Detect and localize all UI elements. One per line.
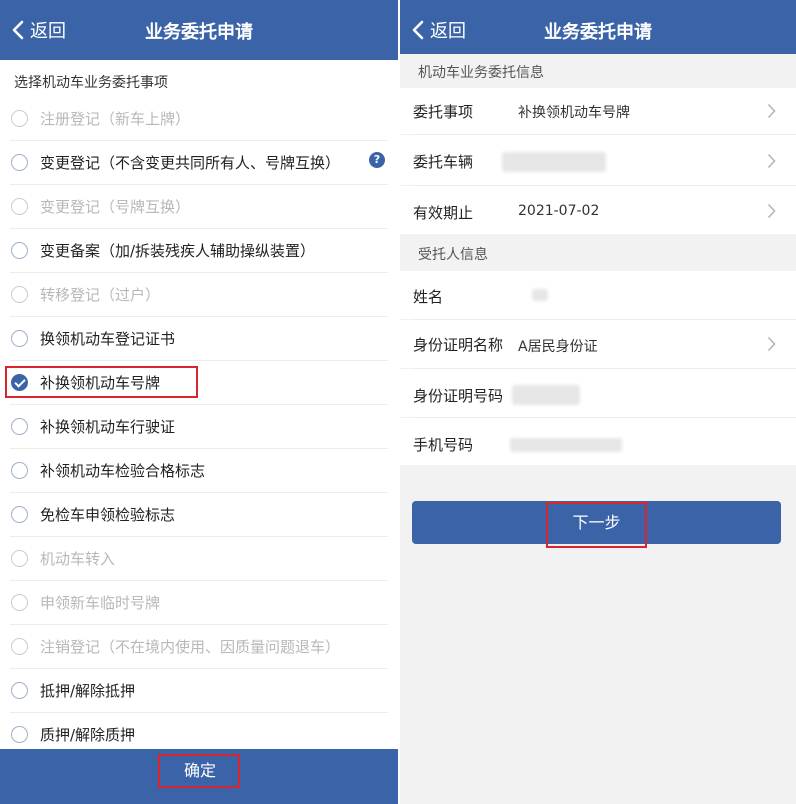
option-label: 换领机动车登记证书 [40,329,176,348]
chevron-right-icon [767,153,776,169]
redacted-value [510,438,622,452]
row-entrusted-item[interactable]: 委托事项 补换领机动车号牌 [400,88,796,134]
right-screen: 返回 业务委托申请 机动车业务委托信息 委托事项 补换领机动车号牌 委托车辆 有… [400,0,796,804]
section-label: 机动车业务委托信息 [418,65,544,81]
radio-icon [11,329,28,347]
option-label: 补领机动车检验合格标志 [40,461,206,480]
section-label: 选择机动车业务委托事项 [14,75,168,91]
row-key: 身份证明名称 [413,336,504,354]
option-reissue-license[interactable]: 补换领机动车行驶证 [0,404,398,448]
option-label: 申领新车临时号牌 [40,593,161,612]
radio-icon [11,109,28,127]
option-label: 质押/解除质押 [40,725,136,744]
option-cancellation[interactable]: 注销登记（不在境内使用、因质量问题退车） [0,624,398,668]
row-id-type[interactable]: 身份证明名称 A居民身份证 [400,320,796,368]
chevron-right-icon [767,203,776,219]
row-id-number[interactable]: 身份证明号码 [400,369,796,417]
option-mortgage[interactable]: 抵押/解除抵押 [0,668,398,712]
page-title: 业务委托申请 [544,22,652,43]
row-key: 有效期止 [413,204,474,222]
redacted-value [502,152,606,172]
row-key: 委托事项 [413,103,474,121]
header: 返回 业务委托申请 [0,0,398,60]
section-vehicle-info: 机动车业务委托信息 [400,54,796,88]
redacted-value [532,289,548,301]
chevron-right-icon [767,336,776,352]
left-screen: 返回 业务委托申请 选择机动车业务委托事项 注册登记（新车上牌） 变更登记（不含… [0,0,398,804]
option-inspection-mark[interactable]: 补领机动车检验合格标志 [0,448,398,492]
row-entrusted-vehicle[interactable]: 委托车辆 [400,135,796,185]
option-label: 抵押/解除抵押 [40,681,136,700]
radio-icon [11,197,28,215]
option-label: 注册登记（新车上牌） [40,109,191,128]
radio-icon [11,549,28,567]
option-register-new[interactable]: 注册登记（新车上牌） [0,96,398,140]
row-key: 姓名 [413,288,444,306]
highlight-box [546,502,647,548]
option-temp-plate[interactable]: 申领新车临时号牌 [0,580,398,624]
radio-icon [11,153,28,171]
option-label: 变更备案（加/拆装残疾人辅助操纵装置） [40,241,316,260]
option-label: 变更登记（不含变更共同所有人、号牌互换） [40,153,341,172]
section-trustee-info: 受托人信息 [400,234,796,271]
radio-icon [11,285,28,303]
radio-icon [11,505,28,523]
option-plate-swap[interactable]: 变更登记（号牌互换） [0,184,398,228]
option-vehicle-transfer-in[interactable]: 机动车转入 [0,536,398,580]
option-change-register[interactable]: 变更登记（不含变更共同所有人、号牌互换） [0,140,398,184]
row-key: 手机号码 [413,436,474,454]
radio-icon [11,637,28,655]
highlight-box [158,754,240,788]
option-label: 补换领机动车行驶证 [40,417,176,436]
option-transfer[interactable]: 转移登记（过户） [0,272,398,316]
row-valid-until[interactable]: 有效期止 2021-07-02 [400,186,796,234]
radio-icon [11,681,28,699]
redacted-value [512,385,580,405]
row-value: A居民身份证 [518,339,598,355]
option-label: 转移登记（过户） [40,285,161,304]
option-label: 免检车申领检验标志 [40,505,176,524]
row-key: 委托车辆 [413,153,474,171]
option-exempt-mark[interactable]: 免检车申领检验标志 [0,492,398,536]
header: 返回 业务委托申请 [400,0,796,60]
row-value: 2021-07-02 [518,203,600,219]
row-name[interactable]: 姓名 [400,271,796,319]
help-icon[interactable]: ? [369,152,385,168]
radio-icon [11,593,28,611]
option-label: 变更登记（号牌互换） [40,197,191,216]
option-label: 机动车转入 [40,549,116,568]
option-change-filing[interactable]: 变更备案（加/拆装残疾人辅助操纵装置） [0,228,398,272]
option-label: 注销登记（不在境内使用、因质量问题退车） [40,637,341,656]
radio-icon [11,725,28,743]
radio-icon [11,241,28,259]
row-phone[interactable]: 手机号码 [400,418,796,465]
highlight-box [5,366,198,398]
row-value: 补换领机动车号牌 [518,105,630,121]
row-key: 身份证明号码 [413,387,504,405]
radio-icon [11,461,28,479]
option-reissue-certificate[interactable]: 换领机动车登记证书 [0,316,398,360]
chevron-right-icon [767,103,776,119]
section-label: 受托人信息 [418,247,488,263]
radio-icon [11,417,28,435]
page-title: 业务委托申请 [145,22,253,43]
